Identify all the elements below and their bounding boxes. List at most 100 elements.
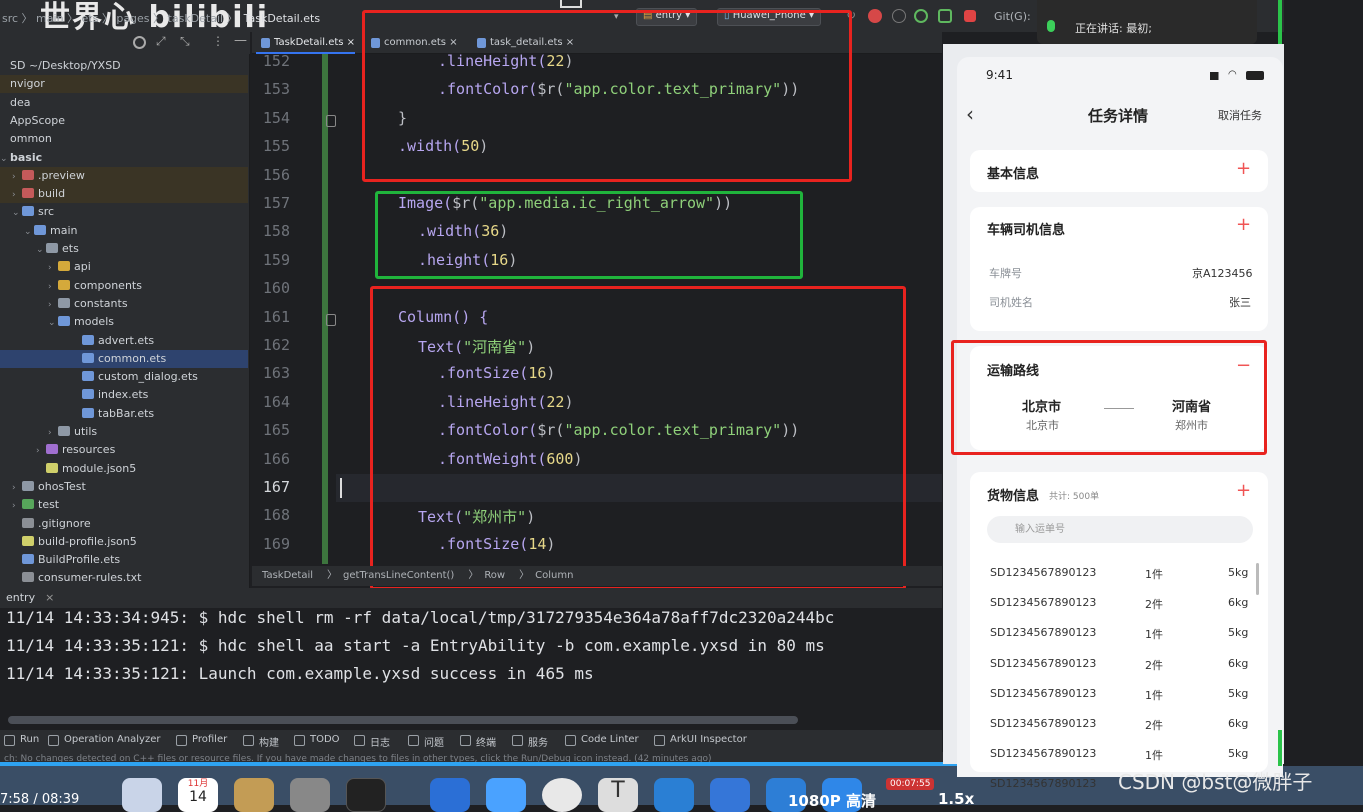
tree-item[interactable]: .gitignore bbox=[0, 515, 248, 533]
tree-item[interactable]: AppScope bbox=[0, 112, 248, 130]
app-icon[interactable] bbox=[486, 778, 526, 812]
profiler-icon[interactable] bbox=[938, 9, 952, 23]
tree-item[interactable]: custom_dialog.ets bbox=[0, 368, 248, 386]
expand-icon[interactable]: ⤢ bbox=[156, 34, 166, 49]
tree-item[interactable]: ommon bbox=[0, 130, 248, 148]
speed-label[interactable]: 1.5x bbox=[938, 790, 974, 808]
stop-icon[interactable] bbox=[964, 10, 976, 22]
tree-item[interactable]: tabBar.ets bbox=[0, 405, 248, 423]
tool-label: 服务 bbox=[528, 738, 548, 749]
cancel-task-button[interactable]: 取消任务 bbox=[1218, 107, 1262, 123]
crumb-method[interactable]: getTransLineContent() bbox=[343, 570, 454, 581]
plus-icon[interactable]: + bbox=[1236, 214, 1251, 235]
calendar-icon[interactable]: 11月 14 bbox=[178, 778, 218, 812]
fold-icon[interactable] bbox=[326, 114, 336, 127]
tree-item[interactable]: › .preview bbox=[0, 166, 248, 185]
line-number: 155 bbox=[262, 137, 290, 156]
tool-1[interactable]: Operation Analyzer bbox=[48, 734, 160, 746]
tool-3[interactable]: 构建 bbox=[243, 734, 279, 749]
tree-item[interactable]: index.ets bbox=[0, 386, 248, 404]
tree-item[interactable]: common.ets bbox=[0, 349, 248, 368]
indent-guide bbox=[322, 54, 328, 564]
notes-icon[interactable] bbox=[234, 778, 274, 812]
tree-item[interactable]: consumer-rules.txt bbox=[0, 569, 248, 587]
card-title: 货物信息 bbox=[987, 489, 1040, 504]
annotation-red-box-phone bbox=[951, 340, 1267, 455]
vscode-icon[interactable] bbox=[654, 778, 694, 812]
tree-item[interactable]: › test bbox=[0, 496, 248, 514]
chrome-icon[interactable] bbox=[542, 778, 582, 812]
tree-item[interactable]: › resources bbox=[0, 441, 248, 459]
tree-item[interactable]: › components bbox=[0, 277, 248, 295]
apply-changes-icon[interactable] bbox=[914, 9, 928, 23]
tree-item[interactable]: › build bbox=[0, 185, 248, 204]
tool-6[interactable]: 问题 bbox=[408, 734, 444, 749]
tree-item[interactable]: SD ~/Desktop/YXSD bbox=[0, 57, 248, 75]
git-label[interactable]: Git(G): bbox=[994, 10, 1031, 23]
tree-item[interactable]: dea bbox=[0, 94, 248, 112]
tool-9[interactable]: Code Linter bbox=[565, 734, 639, 746]
tab-taskdetail[interactable]: TaskDetail.ets × bbox=[256, 32, 356, 54]
tree-item[interactable]: ⌄ ets bbox=[0, 240, 248, 258]
horizontal-scrollbar[interactable] bbox=[8, 716, 798, 724]
tool-0[interactable]: Run bbox=[4, 734, 39, 746]
attach-icon[interactable] bbox=[892, 9, 906, 23]
waybill-search-input[interactable]: 输入运单号 bbox=[987, 516, 1253, 543]
crumb-column[interactable]: Column bbox=[535, 570, 573, 581]
tool-4[interactable]: TODO bbox=[294, 734, 340, 746]
run-tab-label[interactable]: entry bbox=[6, 591, 35, 604]
close-icon[interactable]: × bbox=[45, 591, 54, 604]
tree-item[interactable]: build-profile.json5 bbox=[0, 533, 248, 551]
tree-item[interactable]: module.json5 bbox=[0, 460, 248, 478]
tree-item[interactable]: ⌄ models bbox=[0, 313, 248, 331]
quality-label[interactable]: 1080P 高清 bbox=[788, 790, 876, 811]
fold-icon[interactable] bbox=[326, 313, 336, 326]
collapse-icon[interactable]: ⤡ bbox=[180, 34, 190, 49]
file-icon bbox=[22, 535, 34, 546]
crumb-file[interactable]: TaskDetail bbox=[262, 570, 313, 581]
tree-item[interactable]: › constants bbox=[0, 295, 248, 313]
xcode-icon[interactable] bbox=[430, 778, 470, 812]
line-number: 164 bbox=[262, 392, 290, 411]
breadcrumb-file[interactable]: TaskDetail.ets bbox=[244, 12, 320, 25]
tool-7[interactable]: 终端 bbox=[460, 734, 496, 749]
tree-item[interactable]: ⌄ main bbox=[0, 222, 248, 240]
tool-10[interactable]: ArkUI Inspector bbox=[654, 734, 747, 746]
tool-icon bbox=[512, 735, 523, 746]
tool-8[interactable]: 服务 bbox=[512, 734, 548, 749]
tree-item[interactable]: › api bbox=[0, 258, 248, 276]
plus-icon[interactable]: + bbox=[1236, 480, 1251, 501]
typora-icon[interactable]: T bbox=[598, 778, 638, 812]
tree-item[interactable]: › ohosTest bbox=[0, 478, 248, 496]
launchpad-icon[interactable] bbox=[122, 778, 162, 812]
target-icon[interactable] bbox=[133, 36, 146, 49]
line-number: 159 bbox=[262, 250, 290, 269]
run-console[interactable]: 11/14 14:33:34:945: $ hdc shell rm -rf d… bbox=[0, 608, 942, 730]
tree-item-label: basic bbox=[10, 150, 43, 164]
list-scrollbar[interactable] bbox=[1256, 563, 1259, 595]
tree-item[interactable]: advert.ets bbox=[0, 332, 248, 350]
crumb-row[interactable]: Row bbox=[484, 570, 505, 581]
tree-item-label: ets bbox=[62, 242, 79, 255]
tool-5[interactable]: 日志 bbox=[354, 734, 390, 749]
tree-item[interactable]: ⌄ basic bbox=[0, 149, 248, 167]
tool-2[interactable]: Profiler bbox=[176, 734, 227, 746]
settings-icon[interactable] bbox=[290, 778, 330, 812]
tool-label: TODO bbox=[310, 734, 340, 745]
back-icon[interactable]: ‹ bbox=[966, 102, 974, 126]
tree-item[interactable]: › utils bbox=[0, 423, 248, 441]
terminal-icon[interactable] bbox=[346, 778, 386, 812]
window-icon[interactable] bbox=[560, 0, 582, 8]
minimize-icon[interactable]: — bbox=[234, 33, 247, 48]
deveco-icon[interactable] bbox=[710, 778, 750, 812]
tree-item[interactable]: ⌄ src bbox=[0, 203, 248, 221]
more-icon[interactable]: ⋮ bbox=[212, 34, 224, 48]
plus-icon[interactable]: + bbox=[1236, 158, 1251, 179]
tree-item[interactable]: BuildProfile.ets bbox=[0, 551, 248, 569]
breadcrumb-path[interactable]: src 〉 main 〉 ets 〉 pages 〉 taskDetail 〉 bbox=[2, 12, 238, 25]
console-line: 11/14 14:33:35:121: Launch com.example.y… bbox=[6, 664, 594, 683]
debug-icon[interactable] bbox=[868, 9, 882, 23]
tree-item[interactable]: nvigor bbox=[0, 75, 248, 94]
file-icon bbox=[82, 389, 94, 400]
folder-icon bbox=[46, 444, 58, 455]
